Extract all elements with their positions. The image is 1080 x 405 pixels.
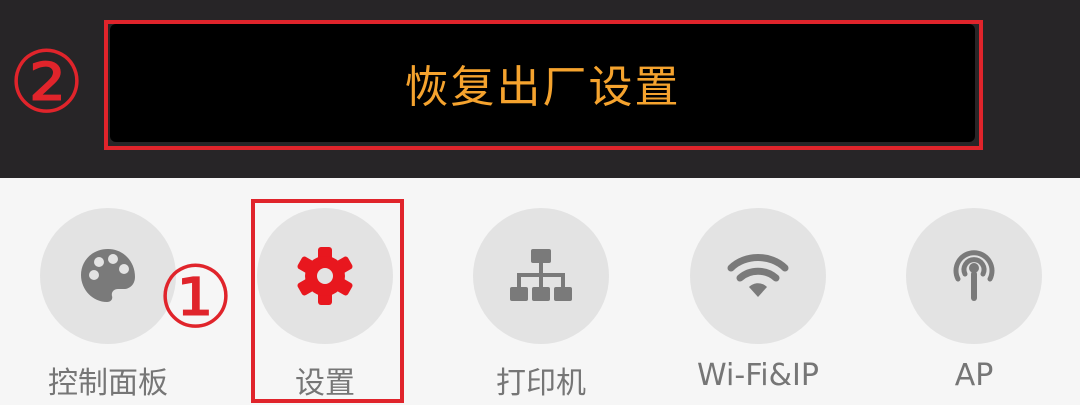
tab-ap-circle [906,208,1042,344]
factory-reset-label: 恢复出厂设置 [404,62,681,113]
factory-reset-button[interactable]: 恢复出厂设置 [110,24,975,142]
tab-settings-circle [257,208,393,344]
gear-icon [297,247,353,305]
tab-printer[interactable]: 打印机 [441,178,641,405]
tab-control-panel-circle [40,208,176,344]
tab-wifi-ip-label: Wi-Fi&IP [697,358,819,393]
network-tree-icon [510,249,572,301]
tab-ap[interactable]: AP [874,178,1074,405]
tab-control-panel-label: 控制面板 [48,366,168,401]
step-2-marker: ② [8,33,86,133]
step-1-marker: ① [157,248,235,348]
tab-wifi-ip[interactable]: Wi-Fi&IP [658,178,858,405]
palette-icon [81,249,135,302]
tab-settings[interactable]: 设置 [225,178,425,405]
tab-printer-circle [473,208,609,344]
antenna-icon [953,250,995,301]
top-bar: 恢复出厂设置 [0,0,1080,178]
wifi-icon [727,254,789,297]
tab-settings-label: 设置 [295,366,355,401]
tab-printer-label: 打印机 [496,366,586,401]
tab-ap-label: AP [954,358,994,393]
tab-wifi-ip-circle [690,208,826,344]
